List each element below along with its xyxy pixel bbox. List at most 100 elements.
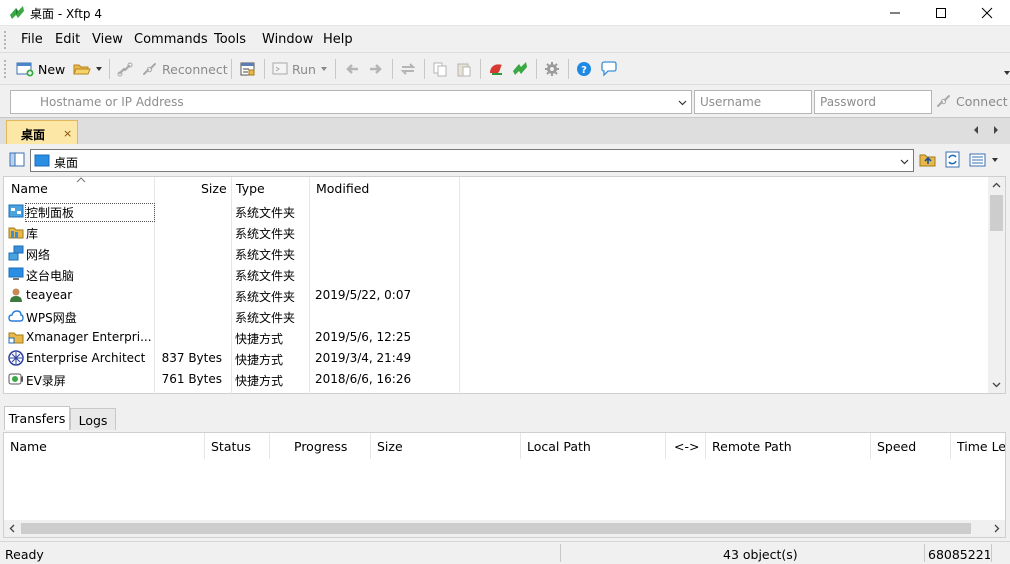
file-type: 系统文件夹 [235, 290, 296, 304]
toolbar-grip[interactable] [4, 60, 7, 78]
close-icon [981, 7, 993, 19]
paste-button[interactable] [456, 59, 472, 79]
close-button[interactable] [964, 0, 1010, 26]
properties-icon [240, 62, 255, 76]
scroll-down-icon[interactable] [992, 380, 1001, 389]
folder-shortcut-icon [8, 332, 24, 344]
menu-edit[interactable]: Edit [55, 32, 80, 47]
options-button[interactable] [544, 59, 560, 79]
menu-commands[interactable]: Commands [134, 32, 208, 47]
chevron-down-icon[interactable] [678, 98, 687, 107]
hostname-combo[interactable] [10, 90, 692, 114]
scroll-left-icon[interactable] [8, 524, 17, 533]
transfer-column-status[interactable]: Status [205, 433, 270, 459]
tab-close-icon[interactable]: × [63, 127, 72, 140]
file-row[interactable]: 这台电脑 系统文件夹 [4, 263, 459, 284]
transfer-column-progress[interactable]: Progress [270, 433, 371, 459]
folder-open-icon [73, 64, 91, 75]
file-row[interactable]: teayear 系统文件夹 2019/5/22, 0:07 [4, 284, 459, 305]
menu-file[interactable]: File [21, 32, 43, 47]
bottom-tab-strip: Transfers Logs [0, 404, 1010, 431]
reconnect-button[interactable]: Reconnect [142, 59, 228, 79]
toolbar-overflow-icon[interactable] [1004, 71, 1010, 75]
column-type[interactable]: Type [236, 181, 265, 196]
new-session-button[interactable]: New [16, 59, 65, 79]
file-type: 系统文件夹 [235, 248, 296, 262]
connect-icon [937, 95, 950, 107]
transfer-column-size[interactable]: Size [371, 433, 521, 459]
transfer-column-remote-path[interactable]: Remote Path [706, 433, 871, 459]
username-field[interactable] [694, 90, 812, 114]
transfer-column-time-left[interactable]: Time Left [951, 433, 1005, 459]
xftp-button[interactable] [512, 59, 529, 79]
scroll-up-icon[interactable] [992, 181, 1001, 190]
scrollbar-thumb[interactable] [21, 523, 971, 534]
scrollbar-thumb[interactable] [990, 195, 1003, 231]
transfers-scrollbar[interactable] [4, 520, 1005, 537]
maximize-button[interactable] [918, 0, 964, 26]
column-size[interactable]: Size [201, 181, 227, 196]
file-modified: 2018/6/6, 16:26 [315, 372, 412, 386]
scroll-right-icon[interactable] [992, 524, 1001, 533]
help-button[interactable]: ? [576, 59, 592, 79]
menu-grip[interactable] [4, 31, 7, 49]
transfers-list[interactable]: Name Status Progress Size Local Path <->… [3, 432, 1006, 538]
menu-tools[interactable]: Tools [214, 32, 246, 47]
transfer-column-direction[interactable]: <-> [666, 433, 706, 459]
column-name[interactable]: Name [11, 181, 48, 196]
tree-toggle-icon[interactable] [9, 152, 26, 168]
file-row[interactable]: 控制面板 系统文件夹 [4, 200, 459, 222]
menu-window[interactable]: Window [262, 32, 313, 47]
feedback-button[interactable] [600, 59, 618, 79]
tab-transfers[interactable]: Transfers [4, 406, 70, 430]
username-input[interactable] [695, 91, 811, 113]
transfer-column-name[interactable]: Name [4, 433, 205, 459]
tab-scroll-right-icon[interactable] [991, 125, 1001, 135]
status-divider [924, 544, 925, 562]
transfer-column-local-path[interactable]: Local Path [521, 433, 666, 459]
file-type: 系统文件夹 [235, 311, 296, 325]
hostname-input[interactable] [11, 91, 691, 113]
tab-scroll-left-icon[interactable] [971, 125, 981, 135]
view-mode-button[interactable] [969, 151, 1005, 169]
open-folder-button[interactable] [73, 59, 102, 79]
tab-logs[interactable]: Logs [70, 408, 116, 430]
column-divider[interactable] [459, 177, 460, 395]
file-modified: 2019/5/22, 0:07 [315, 288, 412, 302]
transfer-column-speed[interactable]: Speed [871, 433, 951, 459]
connect-button[interactable]: Connect [936, 91, 1008, 111]
forward-button[interactable] [368, 59, 384, 79]
file-row[interactable]: Enterprise Architect 837 Bytes 快捷方式 2019… [4, 347, 459, 368]
copy-button[interactable] [432, 59, 448, 79]
parent-folder-icon[interactable] [919, 151, 937, 168]
file-row[interactable]: WPS网盘 系统文件夹 [4, 305, 459, 326]
file-row[interactable]: EV录屏 761 Bytes 快捷方式 2018/6/6, 16:26 [4, 368, 459, 389]
chevron-down-icon[interactable] [900, 157, 909, 166]
xshell-button[interactable] [488, 59, 505, 79]
session-tab-desktop[interactable]: 桌面 × [6, 120, 78, 144]
disconnect-button[interactable] [117, 59, 134, 79]
minimize-button[interactable] [872, 0, 918, 26]
password-input[interactable] [815, 91, 931, 113]
file-row[interactable]: 库 系统文件夹 [4, 221, 459, 242]
sync-button[interactable] [400, 59, 416, 79]
arrow-left-icon [346, 64, 358, 74]
run-button[interactable]: Run [272, 59, 327, 79]
menu-help[interactable]: Help [323, 32, 353, 47]
back-button[interactable] [344, 59, 360, 79]
file-row[interactable]: 网络 系统文件夹 [4, 242, 459, 263]
path-combo[interactable]: 桌面 [30, 149, 914, 172]
password-field[interactable] [814, 90, 932, 114]
file-row[interactable]: Xmanager Enterpri... 快捷方式 2019/5/6, 12:2… [4, 326, 459, 347]
refresh-icon[interactable] [944, 151, 962, 168]
toolbar-separator [335, 59, 336, 79]
properties-button[interactable] [239, 59, 257, 79]
column-modified[interactable]: Modified [316, 181, 369, 196]
file-name: 这台电脑 [26, 269, 75, 283]
pane-splitter[interactable] [0, 396, 1010, 404]
file-list-scrollbar[interactable] [988, 177, 1005, 393]
status-divider [991, 544, 992, 562]
file-list-header: Name Size Type Modified [4, 177, 990, 395]
menu-view[interactable]: View [92, 32, 123, 47]
file-list[interactable]: Name Size Type Modified 控制面板 系统文件夹 库 系统文… [3, 176, 1006, 395]
